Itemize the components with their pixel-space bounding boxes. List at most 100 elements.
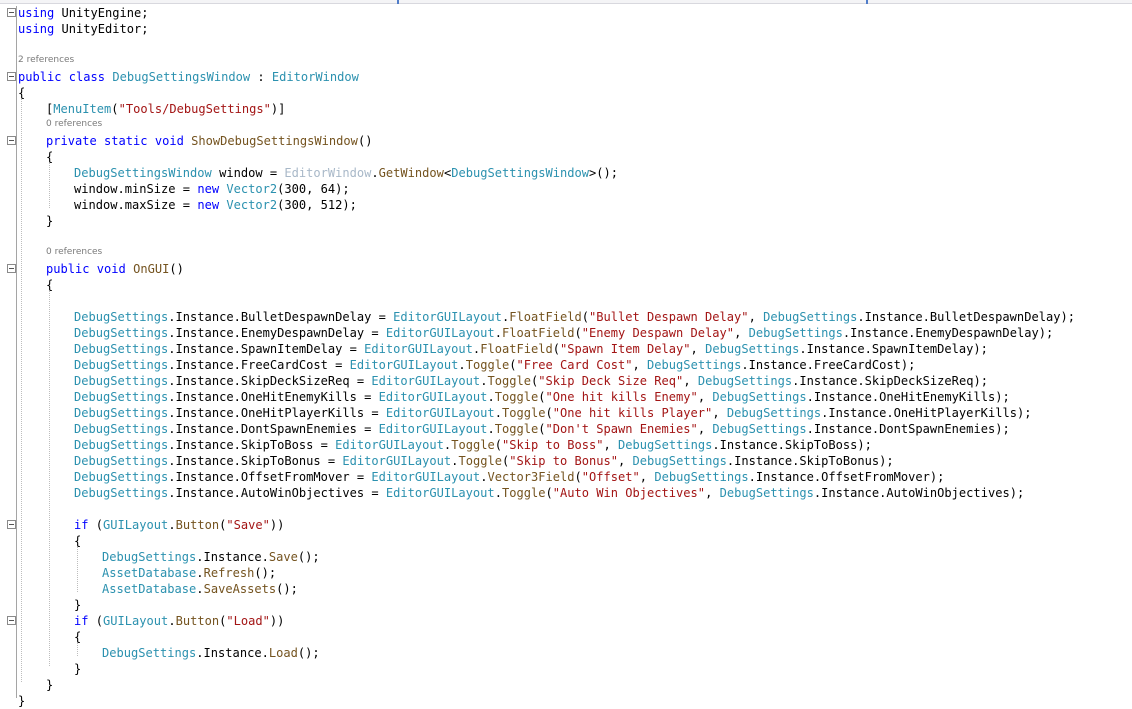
code-token: ( [552, 342, 560, 356]
code-token: private [46, 134, 97, 148]
collapse-toggle-icon[interactable] [7, 264, 16, 273]
code-token: DebugSettings [74, 310, 169, 324]
code-line: DebugSettingsWindow window = EditorWindo… [0, 165, 1132, 181]
code-token: FloatField [501, 326, 575, 340]
code-token: GetWindow [378, 166, 444, 180]
references-codelens[interactable]: 2 references [18, 54, 74, 66]
code-token: . [168, 614, 176, 628]
code-token: "Skip to Bonus" [509, 454, 619, 468]
code-token: "Spawn Item Delay" [559, 342, 691, 356]
code-token: (300, 512); [277, 198, 357, 212]
code-token: , [618, 454, 633, 468]
code-line: public class DebugSettingsWindow : Edito… [0, 69, 1132, 85]
references-codelens[interactable]: 0 references [46, 118, 102, 130]
code-line: DebugSettings.Instance.OffsetFromMover =… [0, 469, 1132, 485]
code-token: ( [88, 614, 104, 628]
code-line: DebugSettings.Instance.SpawnItemDelay = … [0, 341, 1132, 357]
code-token: .Instance.AutoWinObjectives = [168, 486, 386, 500]
code-token: OnGUI [133, 262, 170, 276]
code-text: } [46, 677, 53, 693]
code-text: DebugSettings.Instance.Save(); [102, 549, 320, 565]
code-token: .Instance. [196, 646, 269, 660]
code-text: DebugSettings.Instance.SkipDeckSizeReq =… [74, 373, 988, 389]
code-token: ( [88, 518, 104, 532]
code-token: DebugSettings [748, 326, 843, 340]
code-token: { [46, 278, 54, 292]
code-token: . [487, 390, 495, 404]
code-token: () [169, 262, 184, 276]
code-token: DebugSettings [74, 406, 169, 420]
code-text: AssetDatabase.Refresh(); [102, 565, 276, 581]
code-token: .Instance.SpawnItemDelay); [799, 342, 988, 356]
code-token: GUILayout [103, 614, 169, 628]
code-token: "Skip to Boss" [501, 438, 604, 452]
code-text: DebugSettings.Instance.SkipToBoss = Edit… [74, 437, 872, 453]
references-codelens[interactable]: 0 references [46, 246, 102, 258]
code-token: Load [268, 646, 298, 660]
code-text: { [46, 149, 53, 165]
code-token: .Instance.SkipToBonus); [726, 454, 894, 468]
code-token: EditorGUILayout [385, 406, 495, 420]
code-token: EditorGUILayout [371, 374, 481, 388]
code-token: SaveAssets [203, 582, 277, 596]
code-token: ( [538, 422, 546, 436]
code-token: .Instance.EnemyDespawnDelay); [842, 326, 1054, 340]
code-token: } [46, 214, 54, 228]
code-token: "Tools/DebugSettings" [118, 102, 271, 116]
code-token: if [74, 518, 89, 532]
code-text: public class DebugSettingsWindow : Edito… [18, 69, 359, 85]
code-token: AssetDatabase [102, 566, 197, 580]
code-text: DebugSettings.Instance.SkipToBonus = Edi… [74, 453, 894, 469]
code-token: DebugSettings [654, 470, 749, 484]
code-token: ShowDebugSettingsWindow [191, 134, 358, 148]
code-text: } [74, 661, 81, 677]
code-token: using [18, 22, 55, 36]
code-token: ( [574, 326, 582, 340]
code-line: using UnityEngine; [0, 5, 1132, 21]
collapse-toggle-icon[interactable] [7, 136, 16, 145]
code-token: { [74, 630, 82, 644]
code-line: DebugSettings.Instance.DontSpawnEnemies … [0, 421, 1132, 437]
collapse-toggle-icon[interactable] [7, 8, 16, 17]
code-text: { [46, 277, 53, 293]
code-token: Toggle [465, 358, 510, 372]
code-token: .Instance.BulletDespawnDelay = [168, 310, 394, 324]
code-token: DebugSettings [712, 390, 807, 404]
code-token: UnityEngine; [54, 6, 149, 20]
collapse-toggle-icon[interactable] [7, 616, 16, 625]
code-token: .Instance.OneHitEnemyKills); [806, 390, 1010, 404]
code-token: . [168, 518, 176, 532]
code-token: DebugSettings [726, 406, 822, 420]
code-token: Toggle [501, 486, 546, 500]
collapse-toggle-icon[interactable] [7, 72, 16, 81]
code-text: { [74, 533, 81, 549]
code-token: DebugSettings [632, 454, 727, 468]
code-text: DebugSettings.Instance.DontSpawnEnemies … [74, 421, 1010, 437]
code-token: .Instance.SkipDeckSizeReq); [792, 374, 988, 388]
code-text: [MenuItem("Tools/DebugSettings")] [46, 101, 285, 117]
code-text: DebugSettings.Instance.AutoWinObjectives… [74, 485, 1024, 501]
code-token: DebugSettings [74, 422, 169, 436]
code-line: { [0, 85, 1132, 101]
code-token: (); [254, 566, 277, 580]
code-line: DebugSettings.Instance.OneHitPlayerKills… [0, 405, 1132, 421]
collapse-toggle-icon[interactable] [7, 520, 16, 529]
code-token: EditorGUILayout [342, 454, 452, 468]
code-line: window.maxSize = new Vector2(300, 512); [0, 197, 1132, 213]
code-token: .Instance.EnemyDespawnDelay = [168, 326, 386, 340]
code-text: { [18, 85, 25, 101]
code-token: .Instance.FreeCardCost); [741, 358, 916, 372]
code-line: if (GUILayout.Button("Save")) [0, 517, 1132, 533]
editor-tab-strip [0, 0, 1132, 4]
code-token: Vector2 [226, 198, 278, 212]
code-text: DebugSettings.Instance.EnemyDespawnDelay… [74, 325, 1053, 341]
code-token: DebugSettings [74, 390, 169, 404]
code-token: , [690, 342, 706, 356]
code-token: EditorGUILayout [385, 486, 495, 500]
code-token: Vector3Field [487, 470, 575, 484]
code-token: UnityEditor; [54, 22, 149, 36]
code-line: DebugSettings.Instance.SkipDeckSizeReq =… [0, 373, 1132, 389]
code-line: DebugSettings.Instance.SkipToBonus = Edi… [0, 453, 1132, 469]
code-token: "Skip Deck Size Req" [538, 374, 684, 388]
code-token: FloatField [509, 310, 582, 324]
